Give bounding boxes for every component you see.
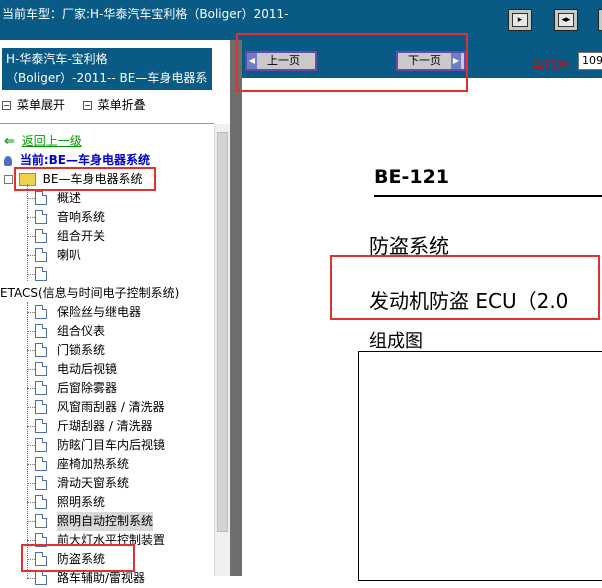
collapse-all-link[interactable]: 菜单折叠 (98, 98, 146, 112)
tree-item[interactable]: 保险丝与继电器 (0, 303, 214, 322)
location-pin-icon (4, 155, 12, 166)
tree-item[interactable]: 音响系统 (0, 208, 214, 227)
tree-item[interactable]: 滑动天窗系统 (0, 474, 214, 493)
tree-item-label[interactable]: 音响系统 (57, 208, 105, 227)
back-arrow-icon: ⇐ (4, 134, 15, 149)
current-location-label: 当前:BE—车身电器系统 (19, 153, 150, 167)
tree-item[interactable]: 喇叭 (0, 246, 214, 265)
tree-item-label[interactable]: 保险丝与继电器 (57, 303, 141, 322)
tree-item-selected[interactable]: 照明自动控制系统 (0, 512, 214, 531)
tree-item-label[interactable]: 前大灯水平控制装置 (57, 531, 165, 550)
tree-item[interactable]: 组合仪表 (0, 322, 214, 341)
toolbar-button-expand-right[interactable]: ▸ (508, 9, 532, 31)
tree-item-label[interactable]: 照明自动控制系统 (57, 512, 154, 531)
tree-item[interactable]: 风窗雨刮器 / 清洗器 (0, 398, 214, 417)
sidebar-divider (0, 123, 214, 124)
component-diagram-frame (358, 351, 602, 581)
tree-item-label[interactable]: 门锁系统 (57, 341, 105, 360)
tree-item[interactable]: 防盗系统 (0, 550, 214, 569)
menu-toggle-row: 菜单展开 菜单折叠 (2, 96, 146, 113)
sidebar: H-华泰汽车-宝利格（Boliger）-2011-- BE—车身电器系统. 菜单… (0, 40, 230, 585)
tree-item-label[interactable]: 防眩门目车内后视镜 (57, 436, 165, 455)
tree-item-label[interactable]: 座椅加热系统 (57, 455, 129, 474)
document-section-title: 组成图 (369, 331, 423, 352)
arrow-left-icon: ◀ (247, 53, 257, 69)
tree-item[interactable]: 前大灯水平控制装置 (0, 531, 214, 550)
tree-item[interactable]: 门锁系统 (0, 341, 214, 360)
next-page-button[interactable]: 下一页 ▶ (396, 51, 466, 71)
tree-item[interactable]: 组合开关 (0, 227, 214, 246)
tree-item-label[interactable]: 概述 (57, 189, 81, 208)
toolbar-button-expand-left[interactable]: ◂ (598, 9, 602, 31)
tree-folder-label[interactable]: BE—车身电器系统 (43, 172, 143, 186)
current-page-label: 当前为 (532, 58, 569, 72)
scrollbar-thumb[interactable] (217, 132, 228, 532)
window-title: 当前车型：厂家:H-华泰汽车宝利格（Boliger）2011- (2, 7, 289, 21)
next-page-label: 下一页 (408, 54, 441, 67)
tree-item-label[interactable]: 照明系统 (57, 493, 105, 512)
tree-item-label[interactable]: 路车辅助/雷视器 (57, 569, 145, 588)
collapse-square-icon (82, 101, 92, 110)
tree-item-label[interactable]: 后窗除雾器 (57, 379, 117, 398)
tree-item[interactable]: 路车辅助/雷视器 (0, 569, 214, 588)
tree-expander-icon[interactable] (4, 175, 13, 184)
pane-splitter[interactable] (230, 40, 242, 576)
page-nav-bar: ◀ 上一页 下一页 ▶ 当前为 109 (242, 40, 602, 78)
expand-both-icon: ◂▸ (558, 13, 574, 27)
collapse-square-icon (2, 101, 11, 110)
tree-item-label[interactable]: 滑动天窗系统 (57, 474, 129, 493)
toolbar-button-expand-both[interactable]: ◂▸ (554, 9, 578, 31)
current-location-row: 当前:BE—车身电器系统 (4, 151, 150, 170)
arrow-right-icon: ▶ (451, 53, 461, 69)
tree-item-label[interactable]: 电动后视镜 (57, 360, 117, 379)
tree-item-label[interactable]: 组合开关 (57, 227, 105, 246)
tree-item-label[interactable]: 防盗系统 (57, 550, 105, 569)
expand-all-link[interactable]: 菜单展开 (17, 98, 65, 112)
tree-item-label[interactable]: 组合仪表 (57, 322, 105, 341)
sidebar-header: H-华泰汽车-宝利格（Boliger）-2011-- BE—车身电器系统. (2, 48, 212, 104)
prev-page-label: 上一页 (267, 54, 300, 67)
document-heading: 防盗系统 (369, 234, 449, 258)
back-link-row[interactable]: ⇐ 返回上一级 (4, 132, 82, 151)
current-page-input[interactable]: 109 (578, 52, 602, 70)
back-link[interactable]: 返回上一级 (22, 134, 82, 148)
document-rule (374, 195, 602, 197)
tree-item[interactable]: 防眩门目车内后视镜 (0, 436, 214, 455)
title-bar: 当前车型：厂家:H-华泰汽车宝利格（Boliger）2011- ▸ ◂▸ ◂ (0, 0, 602, 40)
tree-item[interactable] (0, 265, 214, 284)
tree-item-label[interactable]: 喇叭 (57, 246, 81, 265)
tree-item[interactable]: 电动后视镜 (0, 360, 214, 379)
tree-item[interactable]: 概述 (0, 189, 214, 208)
tree-item[interactable]: 后窗除雾器 (0, 379, 214, 398)
sidebar-scrollbar[interactable] (214, 124, 230, 576)
document-code: BE-121 (374, 166, 450, 188)
tree-section-label[interactable]: ETACS(信息与时间电子控制系统) (0, 284, 179, 303)
document-subheading: 发动机防盗 ECU（2.0 (369, 289, 569, 313)
tree-item[interactable]: 斤瑚刮器 / 清洗器 (0, 417, 214, 436)
expand-right-icon: ▸ (512, 13, 528, 27)
tree-item-label[interactable]: 风窗雨刮器 / 清洗器 (57, 398, 165, 417)
tree-item[interactable]: 照明系统 (0, 493, 214, 512)
tree-folder-root[interactable]: BE—车身电器系统 (4, 170, 142, 189)
tree-item-label[interactable]: 斤瑚刮器 / 清洗器 (57, 417, 153, 436)
document-viewer: ◀ 上一页 下一页 ▶ 当前为 109 BE-121 防盗系统 发动机防盗 EC… (242, 40, 602, 581)
prev-page-button[interactable]: ◀ 上一页 (245, 51, 317, 71)
tree-item[interactable]: 座椅加热系统 (0, 455, 214, 474)
